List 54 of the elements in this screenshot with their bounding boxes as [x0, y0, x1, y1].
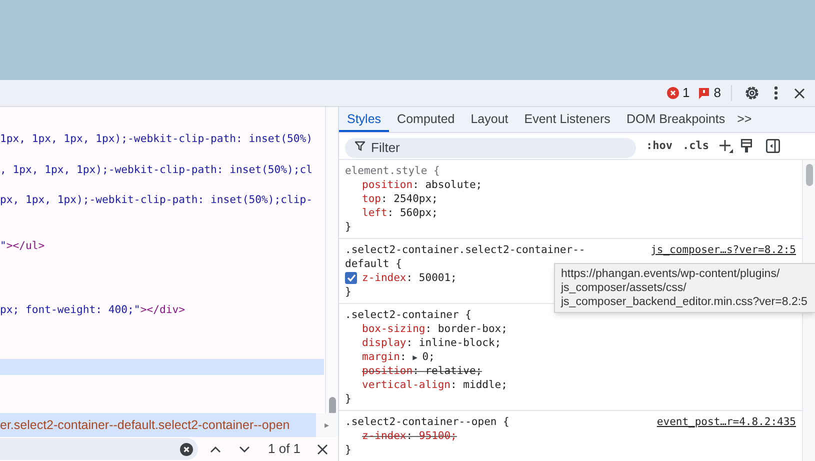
css-declaration[interactable]: z-index: 50001;: [362, 271, 457, 285]
css-declaration[interactable]: position: absolute;: [362, 178, 482, 192]
tab[interactable]: Event Listeners: [516, 107, 618, 132]
code-line[interactable]: 1px, 1px, 1px, 1px);-webkit-clip-path: inset(50%): [0, 131, 324, 147]
closing-brace: }: [345, 220, 352, 234]
code-line[interactable]: , 1px, 1px, 1px);-webkit-clip-path: inset(50%);cl: [0, 162, 324, 178]
css-declaration[interactable]: left: 560px;: [362, 206, 438, 220]
breadcrumb[interactable]: er.select2-container--default.select2-container--open: [0, 413, 316, 437]
search-field[interactable]: [0, 438, 198, 460]
checkbox[interactable]: [345, 272, 357, 284]
match-count: 1 of 1: [268, 440, 301, 458]
settings-icon[interactable]: [744, 85, 760, 101]
more-tabs-button[interactable]: >>: [737, 107, 752, 132]
clear-icon[interactable]: [180, 442, 193, 456]
closing-brace: }: [345, 392, 352, 406]
issue-count[interactable]: 8: [714, 83, 721, 103]
tab[interactable]: Computed: [389, 107, 463, 132]
css-selector: .select2-container--open {: [345, 415, 510, 429]
css-declaration[interactable]: display: inline-block;: [362, 336, 502, 350]
next-match-icon[interactable]: [239, 446, 250, 452]
error-count[interactable]: 1: [682, 83, 690, 103]
code-line[interactable]: "></ul>: [0, 238, 324, 254]
css-selector: default {: [345, 257, 403, 271]
scrollbar-thumb[interactable]: [329, 397, 336, 413]
class-toggle[interactable]: .cls: [682, 138, 709, 154]
add-rule-icon[interactable]: [719, 139, 733, 153]
sidebar-toggle-icon[interactable]: [766, 139, 780, 153]
tab[interactable]: DOM Breakpoints: [618, 107, 734, 132]
closing-brace: }: [345, 285, 352, 299]
message-icon: [698, 87, 710, 99]
source-link[interactable]: js_composer…s?ver=8.2:5: [650, 243, 796, 257]
code-line[interactable]: px, 1px, 1px);-webkit-clip-path: inset(50%);clip-: [0, 192, 324, 208]
previous-match-icon[interactable]: [210, 446, 221, 452]
filter-icon: [355, 141, 365, 151]
filter-field[interactable]: Filter: [345, 138, 636, 158]
more-options-icon[interactable]: [774, 86, 778, 100]
paint-brush-icon[interactable]: [741, 139, 752, 153]
hover-state-toggle[interactable]: :hov: [646, 138, 672, 154]
css-declaration[interactable]: margin: ▶ 0;: [362, 350, 435, 364]
error-icon: [666, 87, 679, 99]
css-declaration[interactable]: vertical-align: middle;: [362, 378, 508, 392]
closing-brace: }: [345, 443, 352, 457]
code-line[interactable]: px; font-weight: 400;"></div>: [0, 302, 324, 318]
css-declaration[interactable]: box-sizing: border-box;: [362, 322, 508, 336]
close-icon[interactable]: [794, 88, 805, 98]
scrollbar-thumb[interactable]: [806, 164, 813, 186]
css-declaration[interactable]: top: 2540px;: [362, 192, 438, 206]
source-url-tooltip: https://phangan.events/wp-content/plugins/ js_composer/assets/css/ js_composer_backend_editor.min.css?ver=8.2:5: [554, 263, 815, 313]
tab[interactable]: Layout: [462, 107, 516, 132]
css-selector: .select2-container {: [345, 308, 472, 322]
source-link[interactable]: event_post…r=4.8.2:435: [656, 415, 796, 429]
css-selector: element.style {: [345, 164, 440, 178]
css-selector: .select2-container.select2-container--: [345, 243, 586, 257]
close-icon[interactable]: [316, 444, 328, 454]
